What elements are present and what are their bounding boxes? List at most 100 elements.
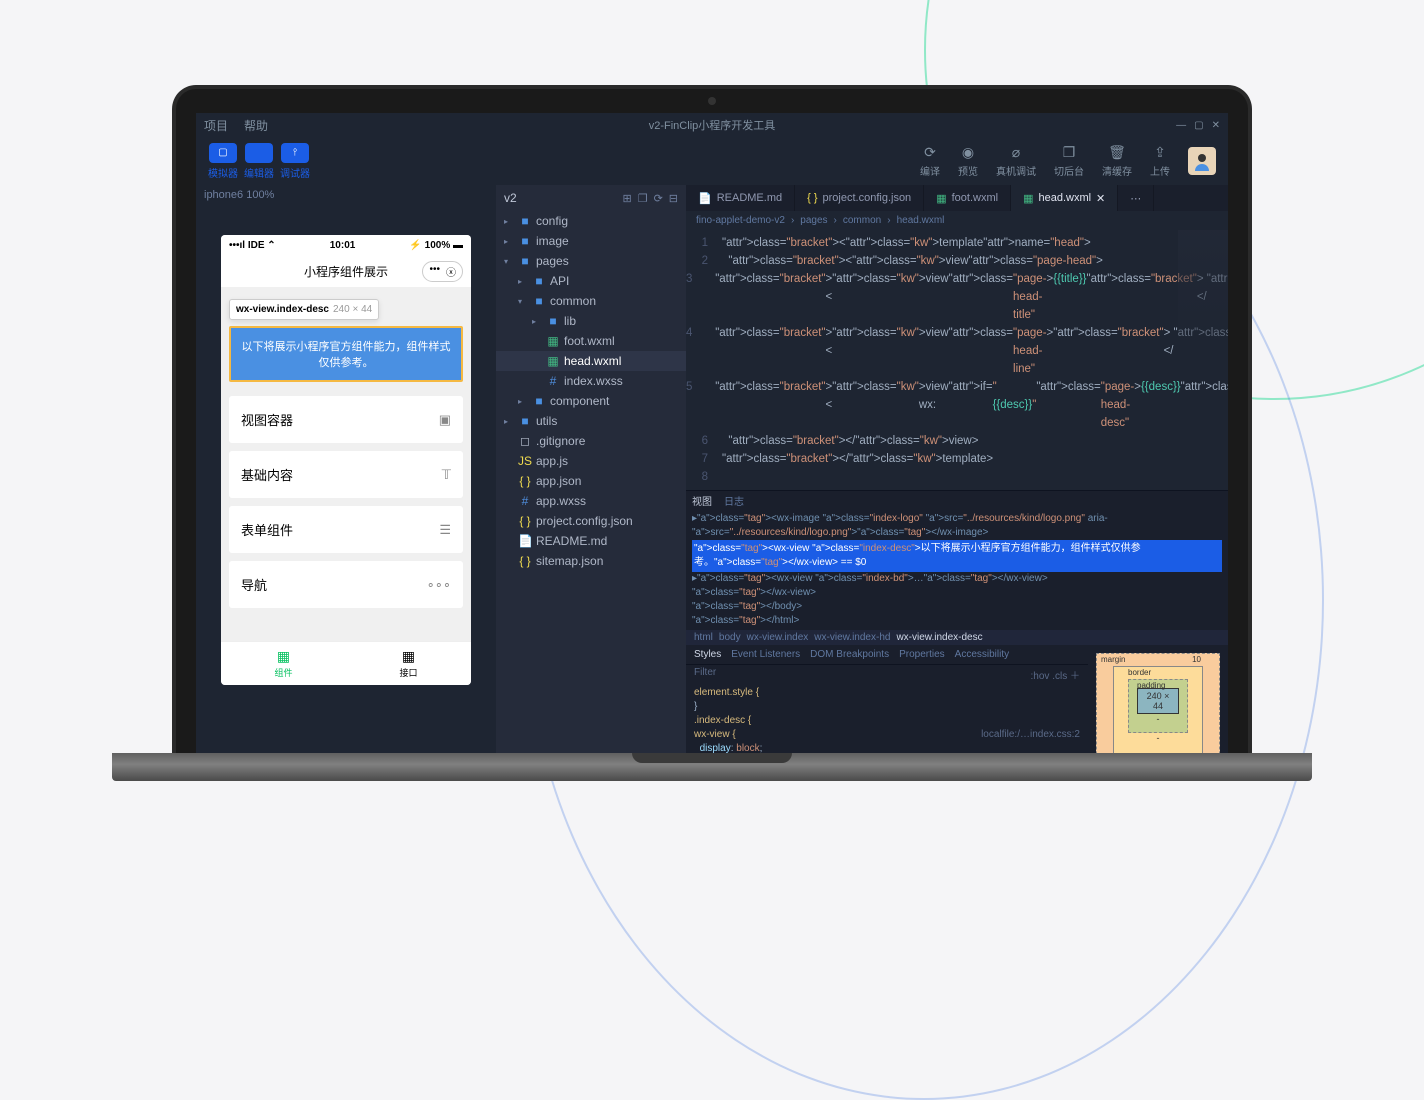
code-line[interactable]: 1 "attr">class="bracket"><"attr">class="… — [686, 234, 1228, 252]
editor-tab[interactable]: { }project.config.json — [795, 185, 924, 211]
tree-item[interactable]: # index.wxss — [496, 371, 686, 391]
box-model: margin 10 border padding 240 × 44 - — [1088, 645, 1228, 753]
breadcrumb[interactable]: fino-applet-demo-v2 — [696, 215, 785, 226]
tree-item[interactable]: ▾ ■ common — [496, 291, 686, 311]
tree-item[interactable]: ▸ ■ component — [496, 391, 686, 411]
simulator-device-label[interactable]: iphone6 100% — [196, 185, 496, 205]
tree-item[interactable]: # app.wxss — [496, 491, 686, 511]
tree-item[interactable]: ▾ ■ pages — [496, 251, 686, 271]
tree-item[interactable]: ▦ head.wxml — [496, 351, 686, 371]
styles-tab[interactable]: Properties — [899, 649, 945, 660]
laptop-base — [112, 753, 1312, 781]
tab-close-icon[interactable]: ✕ — [1096, 192, 1105, 205]
tree-item[interactable]: ▸ ■ image — [496, 231, 686, 251]
simulator-panel: iphone6 100% •••ıl IDE ⌃ 10:01 ⚡ 100% ▬ … — [196, 185, 496, 753]
highlighted-element[interactable]: 以下将展示小程序官方组件能力，组件样式仅供参考。 — [229, 326, 463, 382]
tree-item[interactable]: ▦ foot.wxml — [496, 331, 686, 351]
cls-toggle[interactable]: .cls — [1052, 671, 1067, 682]
window-title: v2-FinClip小程序开发工具 — [649, 117, 776, 133]
tabbar-item[interactable]: ▦组件 — [221, 642, 346, 685]
menu-help[interactable]: 帮助 — [244, 117, 268, 134]
styles-filter[interactable]: Filter — [694, 667, 716, 682]
dom-breadcrumb[interactable]: wx-view.index-hd — [814, 632, 890, 643]
styles-tab[interactable]: Accessibility — [955, 649, 1009, 660]
editor-tab[interactable]: 📄README.md — [686, 185, 795, 211]
code-line[interactable]: 5 "attr">class="bracket"><"attr">class="… — [686, 378, 1228, 432]
add-style-icon[interactable]: ＋ — [1070, 671, 1080, 682]
styles-tab[interactable]: Styles — [694, 649, 721, 660]
toolbar: ▢模拟器 编辑器 ⫯调试器 ⟳编译 ◉预览 ⌀真机调试 ❐切后台 🗑清缓存 ⇪上… — [196, 137, 1228, 185]
styles-tab[interactable]: Event Listeners — [731, 649, 800, 660]
code-line[interactable]: 7 "attr">class="bracket"></"attr">class=… — [686, 450, 1228, 468]
explorer-root[interactable]: v2 — [504, 191, 517, 205]
editor-tab[interactable]: 编辑器 — [244, 143, 274, 180]
tabs-overflow-icon[interactable]: ⋯ — [1118, 185, 1154, 211]
dom-node[interactable]: "a">class="tag"></body> — [692, 600, 1222, 614]
dom-breadcrumb[interactable]: body — [719, 632, 741, 643]
tree-item[interactable]: { } project.config.json — [496, 511, 686, 531]
file-explorer: v2 ⊞ ❐ ⟳ ⊟ ▸ ■ config ▸ ■ image ▾ ■ page… — [496, 185, 686, 753]
list-item[interactable]: 导航∘∘∘ — [229, 561, 463, 608]
dom-breadcrumb[interactable]: wx-view.index-desc — [896, 632, 982, 643]
menu-project[interactable]: 项目 — [204, 117, 228, 134]
inspect-tooltip: wx-view.index-desc240 × 44 — [229, 299, 379, 320]
tree-item[interactable]: { } app.json — [496, 471, 686, 491]
tree-item[interactable]: ▸ ■ utils — [496, 411, 686, 431]
tree-item[interactable]: ▸ ■ config — [496, 211, 686, 231]
devtools-tab-view[interactable]: 视图 — [692, 493, 712, 508]
dom-node[interactable]: ▸"a">class="tag"><wx-view "a">class="ind… — [692, 572, 1222, 586]
devtools-tab-log[interactable]: 日志 — [724, 493, 744, 508]
code-line[interactable]: 4 "attr">class="bracket"><"attr">class="… — [686, 324, 1228, 378]
close-icon[interactable]: ✕ — [1212, 120, 1220, 131]
css-rule[interactable]: element.style {} — [694, 686, 1080, 714]
dom-node[interactable]: ▸"a">class="tag"><wx-image "a">class="in… — [692, 512, 1222, 540]
upload-action[interactable]: ⇪上传 — [1150, 144, 1170, 178]
remote-debug-action[interactable]: ⌀真机调试 — [996, 144, 1036, 178]
hov-toggle[interactable]: :hov — [1031, 671, 1050, 682]
breadcrumb[interactable]: common — [843, 215, 881, 226]
list-item[interactable]: 表单组件☰ — [229, 506, 463, 553]
editor-tab[interactable]: ▦foot.wxml — [924, 185, 1011, 211]
code-line[interactable]: 6 "attr">class="bracket"></"attr">class=… — [686, 432, 1228, 450]
capsule-button[interactable]: •••ⓧ — [422, 261, 463, 282]
background-action[interactable]: ❐切后台 — [1054, 144, 1084, 178]
devtools-panel: 视图 日志 ▸"a">class="tag"><wx-image "a">cla… — [686, 490, 1228, 753]
dom-breadcrumb[interactable]: wx-view.index — [747, 632, 809, 643]
list-item[interactable]: 基础内容𝕋 — [229, 451, 463, 498]
minimap[interactable] — [1178, 230, 1228, 350]
tree-item[interactable]: 📄 README.md — [496, 531, 686, 551]
new-file-icon[interactable]: ⊞ — [622, 192, 631, 205]
dom-node[interactable]: "a">class="tag"></wx-view> — [692, 586, 1222, 600]
debugger-tab[interactable]: ⫯调试器 — [280, 143, 310, 180]
minimize-icon[interactable]: — — [1176, 120, 1186, 131]
tree-item[interactable]: { } sitemap.json — [496, 551, 686, 571]
tree-item[interactable]: ▸ ■ lib — [496, 311, 686, 331]
preview-action[interactable]: ◉预览 — [958, 144, 978, 178]
tree-item[interactable]: ◻ .gitignore — [496, 431, 686, 451]
code-line[interactable]: 8 — [686, 468, 1228, 486]
list-item[interactable]: 视图容器▣ — [229, 396, 463, 443]
maximize-icon[interactable]: ▢ — [1194, 120, 1203, 131]
breadcrumb[interactable]: pages — [800, 215, 827, 226]
new-folder-icon[interactable]: ❐ — [638, 192, 648, 205]
dom-node[interactable]: "a">class="tag"></html> — [692, 614, 1222, 628]
css-rule[interactable]: wx-view {localfile:/…index.css:2 display… — [694, 728, 1080, 753]
tree-item[interactable]: JS app.js — [496, 451, 686, 471]
avatar[interactable] — [1188, 147, 1216, 175]
clear-cache-action[interactable]: 🗑清缓存 — [1102, 144, 1132, 178]
css-rule[interactable]: .index-desc {</span></div><div>&nbsp;&nb… — [694, 714, 1080, 728]
tabbar-item[interactable]: ▦接口 — [346, 642, 471, 685]
breadcrumb[interactable]: head.wxml — [897, 215, 945, 226]
dom-node[interactable]: "a">class="tag"><wx-view "a">class="inde… — [692, 540, 1222, 572]
compile-action[interactable]: ⟳编译 — [920, 144, 940, 178]
simulator-tab[interactable]: ▢模拟器 — [208, 143, 238, 180]
collapse-icon[interactable]: ⊟ — [669, 192, 678, 205]
editor-tab[interactable]: ▦head.wxml✕ — [1011, 185, 1118, 211]
code-line[interactable]: 3 "attr">class="bracket"><"attr">class="… — [686, 270, 1228, 324]
code-line[interactable]: 2 "attr">class="bracket"><"attr">class="… — [686, 252, 1228, 270]
phone-status-bar: •••ıl IDE ⌃ 10:01 ⚡ 100% ▬ — [221, 235, 471, 255]
dom-breadcrumb[interactable]: html — [694, 632, 713, 643]
tree-item[interactable]: ▸ ■ API — [496, 271, 686, 291]
refresh-icon[interactable]: ⟳ — [654, 192, 663, 205]
styles-tab[interactable]: DOM Breakpoints — [810, 649, 889, 660]
